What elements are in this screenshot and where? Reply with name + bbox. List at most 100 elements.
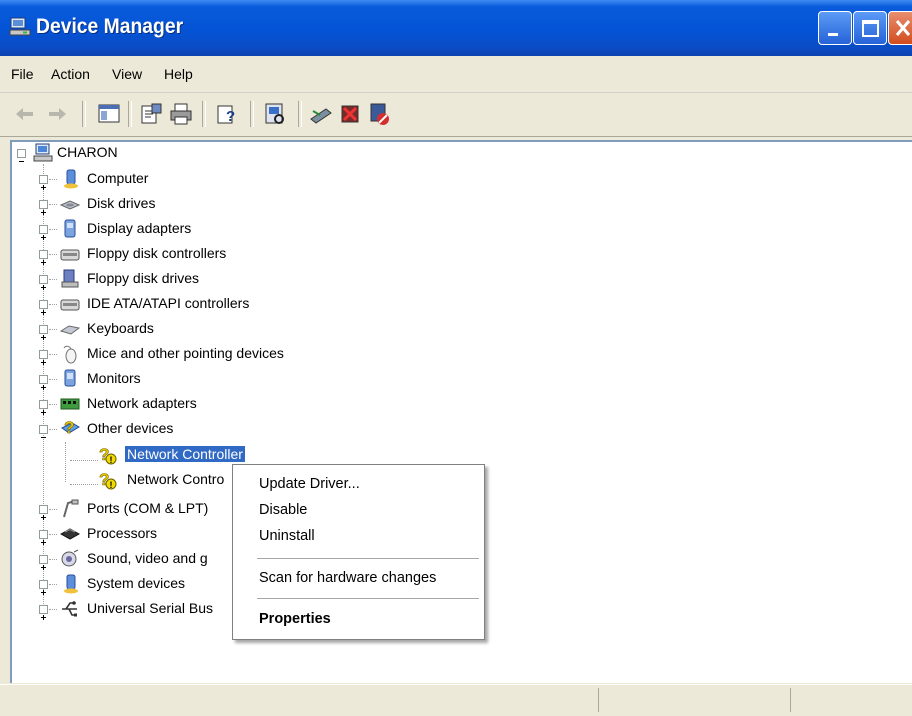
toolbar-separator xyxy=(202,101,206,127)
tree-item-keyboards[interactable]: Keyboards xyxy=(12,317,412,341)
toolbar-separator xyxy=(128,101,132,127)
mouse-icon xyxy=(63,345,77,364)
expand-toggle[interactable] xyxy=(39,400,48,415)
menu-file[interactable]: File xyxy=(11,66,34,82)
minimize-button[interactable] xyxy=(818,11,852,45)
tree-item-label: Ports (COM & LPT) xyxy=(87,500,209,516)
tree-connector xyxy=(49,559,57,560)
menu-item-scan-hardware[interactable]: Scan for hardware changes xyxy=(259,570,436,586)
tree-item-label: Floppy disk controllers xyxy=(87,245,227,261)
toolbar-separator xyxy=(250,101,254,127)
expand-toggle[interactable] xyxy=(39,325,48,340)
tree-item-disk-drives[interactable]: Disk drives xyxy=(12,192,412,216)
forward-icon[interactable] xyxy=(44,101,70,127)
svg-text:!: ! xyxy=(110,455,113,465)
expand-toggle[interactable] xyxy=(39,200,48,215)
toolbar-separator xyxy=(82,101,86,127)
expand-toggle[interactable] xyxy=(39,250,48,265)
title-bar[interactable]: Device Manager xyxy=(0,0,912,56)
tree-root[interactable]: CHARON xyxy=(12,142,312,166)
properties-icon[interactable] xyxy=(138,101,164,127)
menu-item-disable[interactable]: Disable xyxy=(259,502,307,518)
tree-item-label: IDE ATA/ATAPI controllers xyxy=(87,295,250,311)
tree-item-label: Sound, video and g xyxy=(87,550,208,566)
tree-item-label: Floppy disk drives xyxy=(87,270,200,286)
tree-connector xyxy=(49,379,57,380)
close-button[interactable] xyxy=(888,11,912,45)
maximize-button[interactable] xyxy=(853,11,887,45)
tree-item-other-devices[interactable]: ? Other devices xyxy=(12,417,412,441)
menu-separator xyxy=(257,558,479,559)
tree-connector xyxy=(49,254,57,255)
menu-bar: File Action View Help xyxy=(0,56,912,93)
toolbar-separator xyxy=(298,101,302,127)
expand-toggle[interactable] xyxy=(39,375,48,390)
tree-item-ide-controllers[interactable]: IDE ATA/ATAPI controllers xyxy=(12,292,412,316)
expand-toggle[interactable] xyxy=(39,300,48,315)
print-icon[interactable] xyxy=(168,101,194,127)
menu-item-update-driver[interactable]: Update Driver... xyxy=(259,476,360,492)
tree-item-label: Computer xyxy=(87,170,149,186)
display-adapter-icon xyxy=(64,219,76,238)
disable-icon[interactable] xyxy=(366,101,392,127)
sound-icon xyxy=(61,549,79,567)
controller-icon xyxy=(60,249,80,261)
scan-hardware-icon[interactable] xyxy=(262,101,288,127)
tree-item-computer[interactable]: Computer xyxy=(12,167,412,191)
tree-connector xyxy=(49,329,57,330)
back-icon[interactable] xyxy=(12,101,38,127)
menu-item-uninstall[interactable]: Uninstall xyxy=(259,528,315,544)
tree-item-label: Network Controller xyxy=(125,446,245,462)
expand-toggle[interactable] xyxy=(39,175,48,190)
menu-help[interactable]: Help xyxy=(164,66,193,82)
floppy-drive-icon xyxy=(61,269,79,288)
network-adapter-icon xyxy=(60,398,80,410)
tree-connector xyxy=(49,429,57,430)
tree-item-mice[interactable]: Mice and other pointing devices xyxy=(12,342,412,366)
update-driver-icon[interactable] xyxy=(308,101,334,127)
computer-icon xyxy=(33,143,53,162)
tree-item-monitors[interactable]: Monitors xyxy=(12,367,412,391)
tree-connector xyxy=(49,534,57,535)
tree-item-label: Mice and other pointing devices xyxy=(87,345,284,361)
toolbar: ? xyxy=(0,93,912,137)
svg-text:!: ! xyxy=(110,480,113,490)
tree-item-label: Disk drives xyxy=(87,195,156,211)
tree-item-label: Keyboards xyxy=(87,320,154,336)
show-hide-console-tree-icon[interactable] xyxy=(96,101,122,127)
expand-toggle[interactable] xyxy=(39,580,48,595)
expand-toggle[interactable] xyxy=(39,605,48,620)
expand-toggle[interactable] xyxy=(39,275,48,290)
tree-connector xyxy=(49,404,57,405)
computer-icon xyxy=(64,169,78,189)
tree-item-floppy-disk-drives[interactable]: Floppy disk drives xyxy=(12,267,412,291)
expand-toggle[interactable] xyxy=(39,225,48,240)
menu-item-properties[interactable]: Properties xyxy=(259,611,331,627)
monitor-icon xyxy=(64,369,76,387)
tree-item-label: Display adapters xyxy=(87,220,192,236)
collapse-toggle[interactable] xyxy=(17,149,26,162)
tree-item-label: Network adapters xyxy=(87,395,197,411)
tree-item-label: Network Contro xyxy=(127,471,225,487)
expand-toggle[interactable] xyxy=(39,555,48,570)
close-icon xyxy=(895,20,911,36)
tree-item-label: Monitors xyxy=(87,370,141,386)
menu-action[interactable]: Action xyxy=(51,66,90,82)
tree-item-floppy-disk-controllers[interactable]: Floppy disk controllers xyxy=(12,242,412,266)
keyboard-icon xyxy=(60,325,80,335)
menu-separator xyxy=(257,598,479,599)
tree-connector xyxy=(49,229,57,230)
collapse-toggle[interactable] xyxy=(39,425,48,438)
status-pane-divider xyxy=(598,688,599,712)
tree-item-display-adapters[interactable]: Display adapters xyxy=(12,217,412,241)
uninstall-icon[interactable] xyxy=(338,101,364,127)
menu-view[interactable]: View xyxy=(112,66,142,82)
svg-text:?: ? xyxy=(64,418,74,437)
help-icon[interactable]: ? xyxy=(214,101,240,127)
expand-toggle[interactable] xyxy=(39,505,48,520)
tree-item-network-adapters[interactable]: Network adapters xyxy=(12,392,412,416)
expand-toggle[interactable] xyxy=(39,350,48,365)
disk-drive-icon xyxy=(60,200,80,210)
expand-toggle[interactable] xyxy=(39,530,48,545)
minimize-icon xyxy=(828,33,838,36)
